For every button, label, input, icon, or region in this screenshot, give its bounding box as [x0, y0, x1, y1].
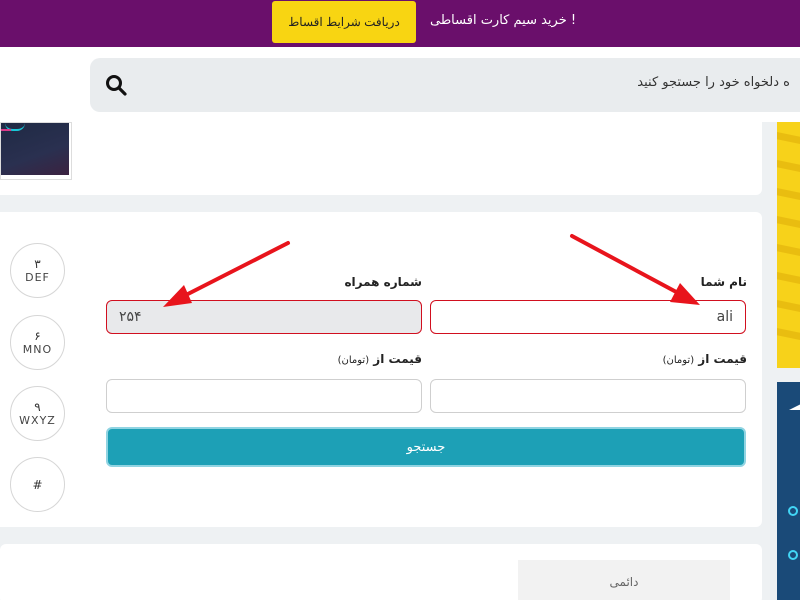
key-digit: # — [32, 477, 43, 492]
banner-dot — [788, 506, 798, 516]
key-digit: ۹ — [34, 399, 41, 414]
key-letters: DEF — [25, 270, 50, 284]
banner-stripe — [777, 160, 800, 172]
promo-text: خرید سیم کارت اقساطی ! — [430, 13, 577, 28]
banner-decoration — [1, 125, 11, 131]
tab-permanent[interactable]: دائمی — [518, 560, 730, 600]
banner-stripe — [777, 244, 800, 256]
phone-field[interactable] — [106, 300, 422, 334]
key-digit: ۶ — [34, 328, 41, 343]
search-placeholder: ه دلخواه خود را جستجو کنید — [637, 75, 790, 90]
price-from-label: قیمت از (تومان) — [663, 352, 747, 366]
side-banner-blue[interactable] — [777, 382, 800, 600]
site-search-bar[interactable]: ه دلخواه خود را جستجو کنید — [90, 58, 800, 112]
price-from-label-2: قیمت از (تومان) — [338, 352, 422, 366]
banner-dot — [788, 550, 798, 560]
key-letters: WXYZ — [19, 413, 56, 427]
keypad-key-6[interactable]: ۶ MNO — [10, 315, 65, 370]
key-digit: ۳ — [34, 256, 41, 271]
installment-terms-button[interactable]: دریافت شرایط اقساط — [272, 1, 416, 43]
search-icon[interactable] — [104, 73, 128, 97]
banner-card — [0, 122, 762, 195]
search-form-card: ۳ DEF ۶ MNO ۹ WXYZ # — [0, 212, 762, 527]
name-field[interactable] — [430, 300, 746, 334]
site-header: ه دلخواه خود را جستجو کنید — [0, 47, 800, 122]
banner-stripe — [777, 272, 800, 284]
phone-label: شماره همراه — [344, 275, 422, 289]
price-from-field[interactable] — [430, 379, 746, 413]
banner-stripe — [777, 300, 800, 312]
name-label: نام شما — [700, 275, 747, 289]
keypad-key-hash[interactable]: # — [10, 457, 65, 512]
banner-stripe — [777, 188, 800, 200]
keypad-key-9[interactable]: ۹ WXYZ — [10, 386, 65, 441]
key-letters: MNO — [22, 342, 53, 356]
promo-bar: خرید سیم کارت اقساطی ! دریافت شرایط اقسا… — [0, 0, 800, 47]
banner-thumbnail[interactable] — [0, 122, 72, 180]
banner-stripe — [777, 132, 800, 144]
banner-stripe — [777, 328, 800, 340]
price-unit: (تومان) — [337, 355, 370, 366]
price-from-field-2[interactable] — [106, 379, 422, 413]
search-submit-button[interactable]: جستجو — [106, 427, 746, 467]
results-card: دائمی — [0, 544, 762, 600]
price-label-text: قیمت از — [698, 352, 747, 366]
price-unit: (تومان) — [662, 355, 695, 366]
banner-image — [1, 123, 69, 175]
banner-stripe — [777, 216, 800, 228]
side-banner-yellow[interactable] — [777, 122, 800, 368]
banner-decoration — [789, 404, 800, 410]
keypad-key-3[interactable]: ۳ DEF — [10, 243, 65, 298]
price-label-text: قیمت از — [373, 352, 422, 366]
